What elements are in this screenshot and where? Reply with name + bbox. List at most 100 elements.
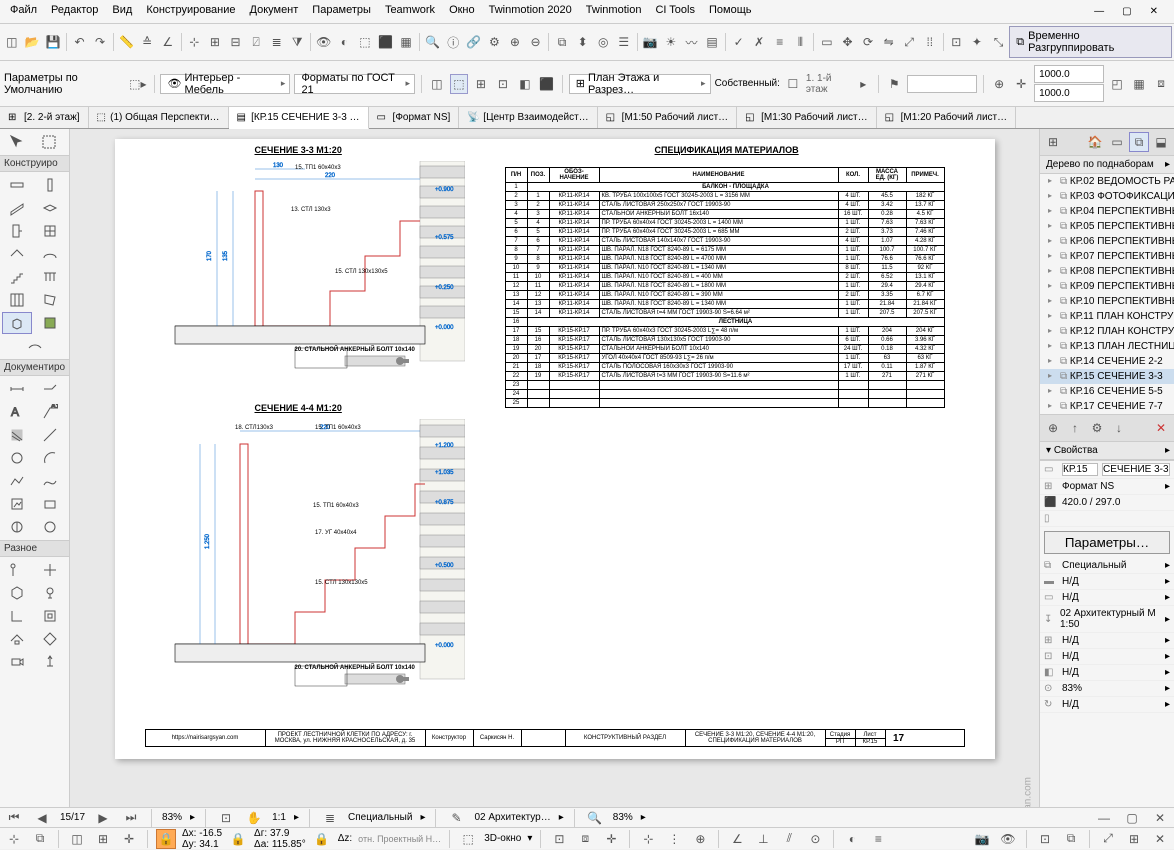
label-tool[interactable]: A1 bbox=[35, 401, 65, 423]
tab-3[interactable]: ▭[Формат NS] bbox=[369, 107, 460, 128]
hotspot-tool[interactable] bbox=[35, 559, 65, 581]
skylight-tool[interactable] bbox=[2, 628, 32, 650]
section-icon[interactable]: ⧉ bbox=[552, 32, 572, 52]
bb-s-icon[interactable]: ⧉ bbox=[1061, 829, 1081, 849]
measure-icon[interactable]: ≙ bbox=[137, 32, 157, 52]
sb-next-icon[interactable]: ▶ bbox=[93, 808, 113, 828]
tab-0[interactable]: ⊞[2. 2-й этаж] bbox=[0, 107, 89, 128]
morph-tool[interactable] bbox=[35, 289, 65, 311]
sb-maximize-icon[interactable]: ▢ bbox=[1122, 808, 1142, 828]
drawing-canvas[interactable]: СЕЧЕНИЕ 3-3 M1:20 bbox=[70, 129, 1039, 807]
sb-pan-icon[interactable]: ✋ bbox=[244, 808, 264, 828]
3d-tool[interactable] bbox=[2, 582, 32, 604]
property-row[interactable]: ⊞Н/Д▸ bbox=[1040, 633, 1174, 649]
layout-f-icon[interactable]: ⬛ bbox=[538, 74, 556, 94]
x-icon[interactable]: ✗ bbox=[749, 32, 769, 52]
arc-tool[interactable] bbox=[35, 447, 65, 469]
opening-tool[interactable] bbox=[35, 605, 65, 627]
defaults-icon[interactable]: ⬚▸ bbox=[128, 74, 147, 94]
cube2-icon[interactable]: ⬛ bbox=[376, 32, 396, 52]
tree-item[interactable]: ⧉ КР.11 ПЛАН КОНСТРУ bbox=[1040, 309, 1174, 324]
sb-scale[interactable]: 1:1 bbox=[272, 812, 286, 823]
camera-tool[interactable] bbox=[2, 651, 32, 673]
coord-empty[interactable] bbox=[907, 75, 977, 93]
bb-l-icon[interactable]: ∠ bbox=[727, 829, 747, 849]
menu-document[interactable]: Документ bbox=[244, 2, 305, 21]
column-tool[interactable] bbox=[35, 174, 65, 196]
render-icon[interactable]: ▤ bbox=[702, 32, 722, 52]
roof-tool[interactable] bbox=[2, 243, 32, 265]
nav-mode-a-icon[interactable]: ⊞ bbox=[1043, 132, 1063, 152]
bb-cam-icon[interactable]: 📷 bbox=[972, 829, 992, 849]
dimension-tool[interactable] bbox=[2, 378, 32, 400]
angle-icon[interactable]: ∠ bbox=[158, 32, 178, 52]
xy-icon[interactable]: ✛ bbox=[1012, 74, 1030, 94]
text-tool[interactable]: A bbox=[2, 401, 32, 423]
figure-tool[interactable] bbox=[35, 493, 65, 515]
format-dropdown[interactable]: Форматы по ГОСТ 21 bbox=[294, 74, 415, 94]
cube-icon[interactable]: ⬚ bbox=[355, 32, 375, 52]
bb-i-icon[interactable]: ⊹ bbox=[638, 829, 658, 849]
mirror-icon[interactable]: ⇋ bbox=[879, 32, 899, 52]
camera-icon[interactable]: 📷 bbox=[641, 32, 661, 52]
tool-c-icon[interactable]: ⊖ bbox=[526, 32, 546, 52]
parameters-button[interactable]: Параметры… bbox=[1044, 531, 1170, 554]
nav-publish-icon[interactable]: ⬓ bbox=[1151, 132, 1171, 152]
wave-icon[interactable]: 〰 bbox=[682, 32, 702, 52]
box-icon[interactable]: ▦ bbox=[396, 32, 416, 52]
bb-j-icon[interactable]: ⋮ bbox=[664, 829, 684, 849]
property-row[interactable]: ◧Н/Д▸ bbox=[1040, 665, 1174, 681]
chevron-icon[interactable]: ▸ bbox=[1165, 481, 1170, 492]
tree-item[interactable]: ⧉ КР.17 СЕЧЕНИЕ 7-7 bbox=[1040, 399, 1174, 414]
tab-7[interactable]: ◱[М1:20 Рабочий лист… bbox=[877, 107, 1016, 128]
explode-icon[interactable]: ✦ bbox=[967, 32, 987, 52]
nav-home-icon[interactable]: 🏠 bbox=[1085, 132, 1105, 152]
sb-close-icon[interactable]: ✕ bbox=[1150, 808, 1170, 828]
spline-tool[interactable] bbox=[35, 470, 65, 492]
door-tool[interactable] bbox=[2, 220, 32, 242]
tree-item[interactable]: ⧉ КР.05 ПЕРСПЕКТИВНЫ bbox=[1040, 219, 1174, 234]
circle-tool[interactable] bbox=[2, 447, 32, 469]
railing-tool[interactable] bbox=[35, 266, 65, 288]
sun-icon[interactable]: ☀ bbox=[661, 32, 681, 52]
sb-prev-icon[interactable]: ◀ bbox=[32, 808, 52, 828]
layout-a-icon[interactable]: ◫ bbox=[428, 74, 446, 94]
bb-a-icon[interactable]: ⊹ bbox=[4, 829, 24, 849]
tool-a-icon[interactable]: ⚙ bbox=[485, 32, 505, 52]
property-row[interactable]: ↧02 Архитектурный М 1:50▸ bbox=[1040, 606, 1174, 633]
rotate-icon[interactable]: ⟳ bbox=[858, 32, 878, 52]
property-row[interactable]: ⊡Н/Д▸ bbox=[1040, 649, 1174, 665]
drawing-tool[interactable] bbox=[2, 493, 32, 515]
menu-design[interactable]: Конструирование bbox=[140, 2, 241, 21]
menu-window[interactable]: Окно bbox=[443, 2, 481, 21]
tree-item[interactable]: ⧉ КР.15 СЕЧЕНИЕ 3-3 bbox=[1040, 369, 1174, 384]
tree-item[interactable]: ⧉ КР.09 ПЕРСПЕКТИВНЫ bbox=[1040, 279, 1174, 294]
bb-view-icon[interactable]: 👁 bbox=[998, 829, 1018, 849]
check-icon[interactable]: ✓ bbox=[729, 32, 749, 52]
search-icon[interactable]: 🔍 bbox=[423, 32, 443, 52]
wallend-tool[interactable] bbox=[35, 628, 65, 650]
menu-twinmotion[interactable]: Twinmotion bbox=[580, 2, 648, 21]
filter-icon[interactable]: ⧩ bbox=[287, 32, 307, 52]
nav-delete-icon[interactable]: ✕ bbox=[1151, 418, 1171, 438]
property-row[interactable]: ↻Н/Д▸ bbox=[1040, 697, 1174, 713]
transparency-icon[interactable]: ◐ bbox=[335, 32, 355, 52]
bb-o-icon[interactable]: ⊙ bbox=[805, 829, 825, 849]
minimize-icon[interactable]: — bbox=[1088, 4, 1110, 19]
menu-twinmotion2020[interactable]: Twinmotion 2020 bbox=[483, 2, 578, 21]
property-row[interactable]: ▬Н/Д▸ bbox=[1040, 574, 1174, 590]
bb-d-icon[interactable]: ⊞ bbox=[93, 829, 113, 849]
sb-fit-icon[interactable]: ⊡ bbox=[216, 808, 236, 828]
expand-icon[interactable]: ⤡ bbox=[989, 32, 1009, 52]
grid-icon[interactable]: ⊞ bbox=[205, 32, 225, 52]
array-icon[interactable]: ⁞⁞ bbox=[920, 32, 940, 52]
trace-icon[interactable]: ⍁ bbox=[246, 32, 266, 52]
tree-item[interactable]: ⧉ КР.14 СЕЧЕНИЕ 2-2 bbox=[1040, 354, 1174, 369]
tree-item[interactable]: ⧉ КР.10 ПЕРСПЕКТИВНЫ bbox=[1040, 294, 1174, 309]
corner-tool[interactable] bbox=[2, 605, 32, 627]
story-icon[interactable]: ▸ bbox=[854, 74, 872, 94]
arrow-tool[interactable] bbox=[2, 131, 32, 153]
tree-item[interactable]: ⧉ КР.02 ВЕДОМОСТЬ РА bbox=[1040, 174, 1174, 189]
distribute-icon[interactable]: ⫴ bbox=[791, 32, 811, 52]
survey-tool[interactable] bbox=[35, 651, 65, 673]
